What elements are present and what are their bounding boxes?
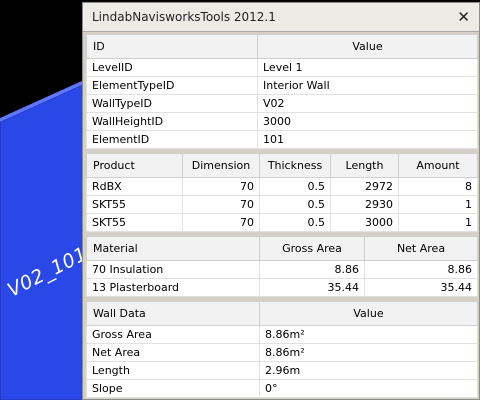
product-name: SKT55: [86, 195, 183, 214]
material-net-area: 35.44: [364, 278, 478, 297]
properties-table: ID Value LevelID Level 1 ElementTypeID Int…: [86, 34, 478, 149]
product-thickness: 0.5: [259, 195, 331, 214]
material-name: 13 Plasterboard: [86, 278, 260, 297]
column-header-length[interactable]: Length: [330, 153, 399, 178]
material-gross-area: 8.86: [259, 260, 365, 279]
product-length: 3000: [330, 213, 399, 232]
column-header-product[interactable]: Product: [86, 153, 183, 178]
property-name: ElementID: [86, 130, 258, 149]
column-header-amount[interactable]: Amount: [398, 153, 478, 178]
table-row[interactable]: WallHeightID 3000: [86, 112, 478, 131]
column-header-wall-data[interactable]: Wall Data: [86, 301, 260, 326]
table-row[interactable]: RdBX 70 0.5 2972 8: [86, 177, 478, 196]
property-value: Level 1: [257, 58, 478, 77]
wall-data-name: Gross Area: [86, 325, 260, 344]
products-table: Product Dimension Thickness Length Amoun…: [86, 153, 478, 232]
product-name: RdBX: [86, 177, 183, 196]
product-amount: 1: [398, 195, 478, 214]
table-row[interactable]: 70 Insulation 8.86 8.86: [86, 260, 478, 279]
materials-table: Material Gross Area Net Area 70 Insulati…: [86, 236, 478, 297]
product-length: 2930: [330, 195, 399, 214]
product-amount: 1: [398, 213, 478, 232]
wall-data-value: 8.86m²: [259, 325, 478, 344]
column-header-value[interactable]: Value: [259, 301, 478, 326]
product-amount: 8: [398, 177, 478, 196]
table-row[interactable]: Length 2.96m: [86, 361, 478, 380]
table-row[interactable]: WallTypeID V02: [86, 94, 478, 113]
product-thickness: 0.5: [259, 177, 331, 196]
table-row[interactable]: 13 Plasterboard 35.44 35.44: [86, 278, 478, 297]
product-dimension: 70: [182, 213, 260, 232]
wall-data-value: 8.86m²: [259, 343, 478, 362]
property-value: V02: [257, 94, 478, 113]
wall-data-value: 2.96m: [259, 361, 478, 380]
material-net-area: 8.86: [364, 260, 478, 279]
product-thickness: 0.5: [259, 213, 331, 232]
property-name: LevelID: [86, 58, 258, 77]
property-value: 101: [257, 130, 478, 149]
table-row[interactable]: Net Area 8.86m²: [86, 343, 478, 362]
product-dimension: 70: [182, 177, 260, 196]
product-length: 2972: [330, 177, 399, 196]
column-header-value[interactable]: Value: [257, 34, 478, 59]
column-header-net-area[interactable]: Net Area: [364, 236, 478, 261]
property-value: 3000: [257, 112, 478, 131]
table-row[interactable]: ElementID 101: [86, 130, 478, 149]
wall-data-name: Slope: [86, 379, 260, 398]
wall-data-value: 0°: [259, 379, 478, 398]
material-name: 70 Insulation: [86, 260, 260, 279]
column-header-id[interactable]: ID: [86, 34, 258, 59]
wall-data-name: Length: [86, 361, 260, 380]
wall-data-table: Wall Data Value Gross Area 8.86m² Net Are…: [86, 301, 478, 398]
table-row[interactable]: SKT55 70 0.5 2930 1: [86, 195, 478, 214]
column-header-dimension[interactable]: Dimension: [182, 153, 260, 178]
table-row[interactable]: Slope 0°: [86, 379, 478, 398]
wall-face: [0, 83, 85, 400]
table-row[interactable]: Gross Area 8.86m²: [86, 325, 478, 344]
wall-data-name: Net Area: [86, 343, 260, 362]
close-icon[interactable]: ✕: [457, 3, 470, 31]
product-name: SKT55: [86, 213, 183, 232]
property-name: WallHeightID: [86, 112, 258, 131]
table-row[interactable]: LevelID Level 1: [86, 58, 478, 77]
column-header-gross-area[interactable]: Gross Area: [259, 236, 365, 261]
table-row[interactable]: ElementTypeID Interior Wall: [86, 76, 478, 95]
lindab-tools-panel: LindabNavisworksTools 2012.1 ✕ ID Value …: [82, 2, 480, 400]
property-name: WallTypeID: [86, 94, 258, 113]
column-header-material[interactable]: Material: [86, 236, 260, 261]
material-gross-area: 35.44: [259, 278, 365, 297]
column-header-thickness[interactable]: Thickness: [259, 153, 331, 178]
product-dimension: 70: [182, 195, 260, 214]
panel-title: LindabNavisworksTools 2012.1: [92, 10, 276, 24]
panel-titlebar[interactable]: LindabNavisworksTools 2012.1 ✕: [83, 3, 479, 32]
property-name: ElementTypeID: [86, 76, 258, 95]
property-value: Interior Wall: [257, 76, 478, 95]
table-row[interactable]: SKT55 70 0.5 3000 1: [86, 213, 478, 232]
